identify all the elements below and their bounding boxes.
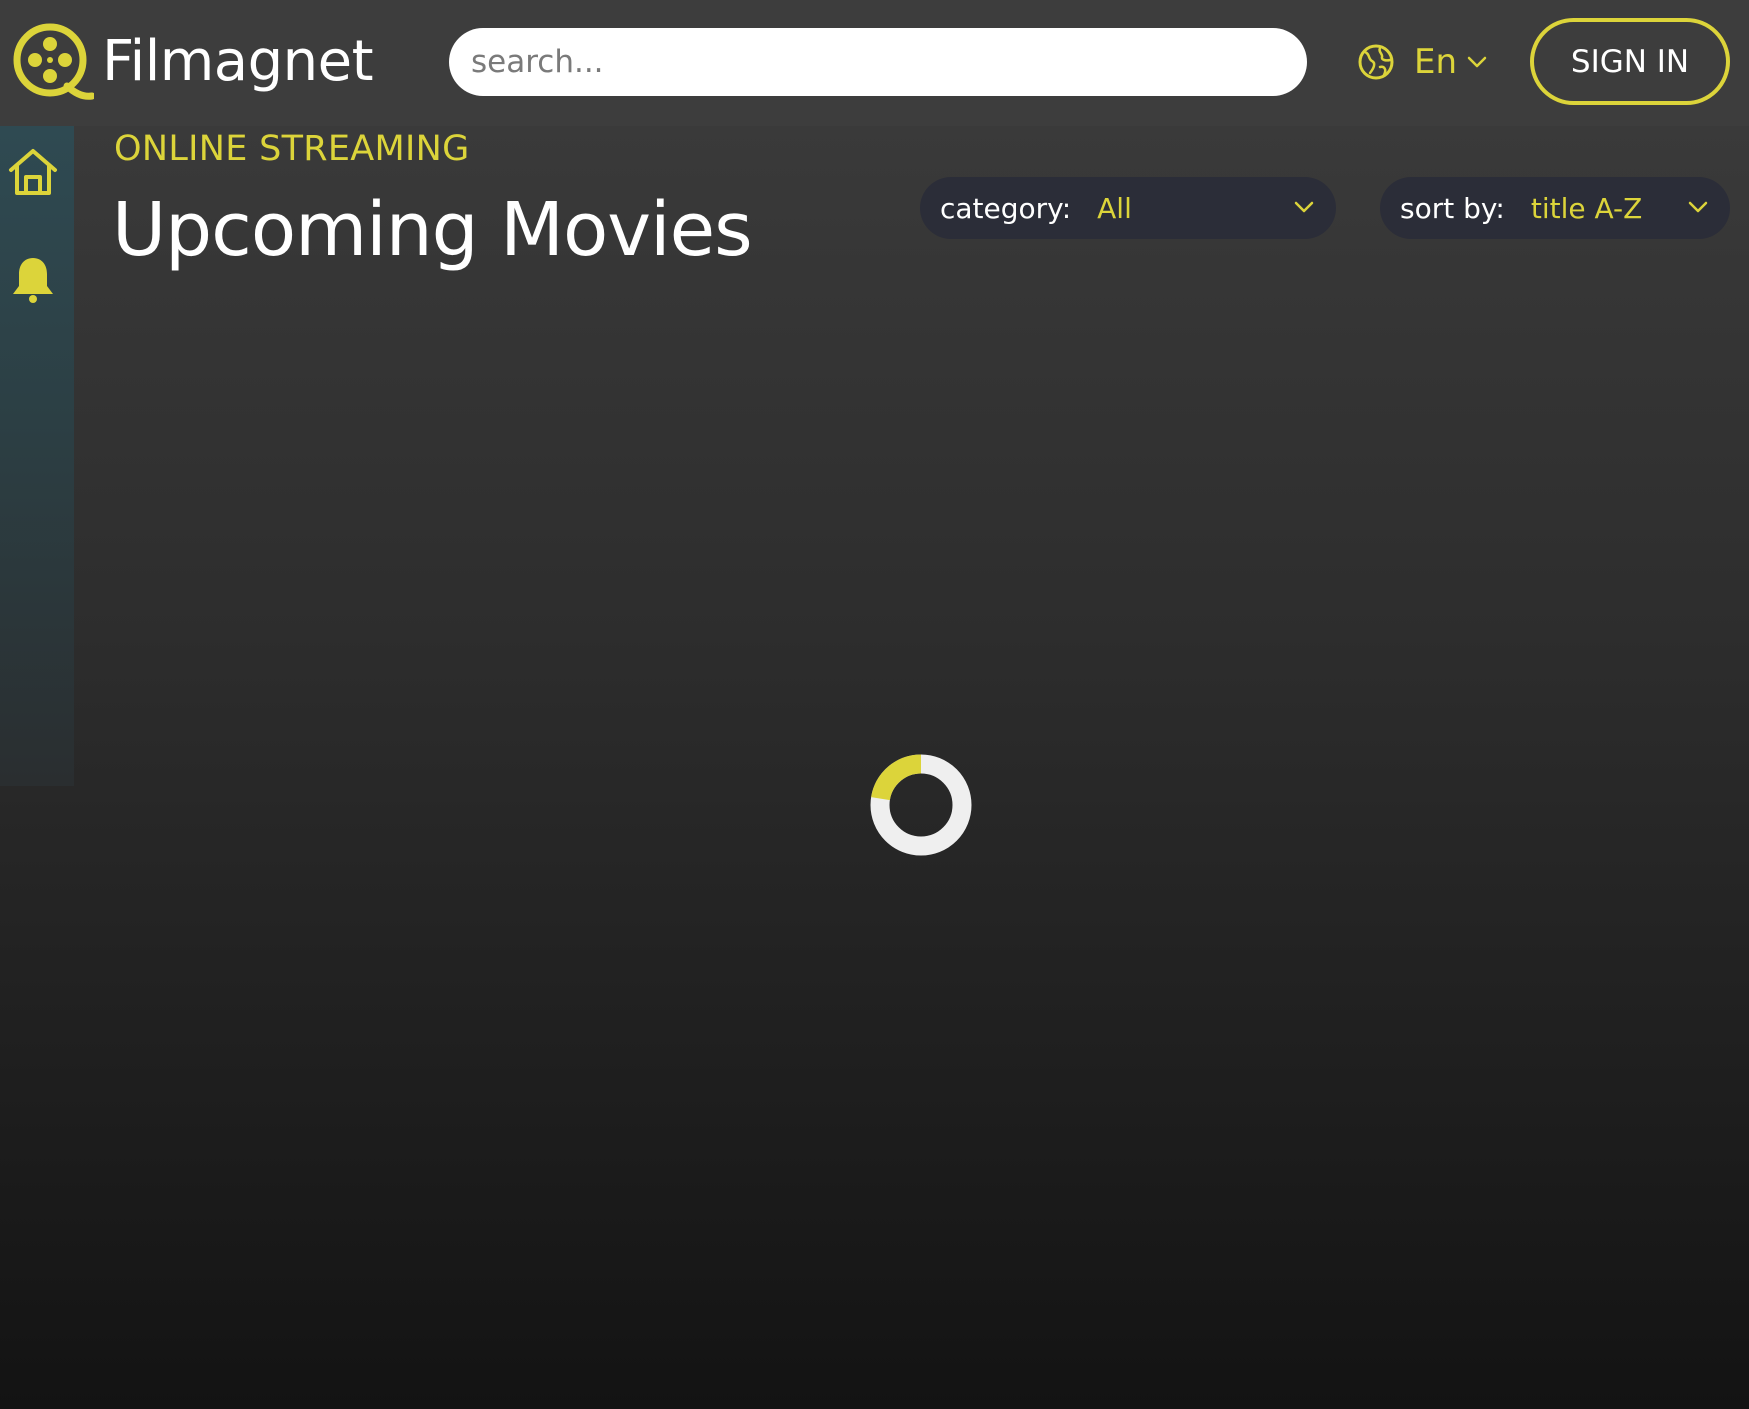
globe-icon <box>1358 44 1394 80</box>
logo[interactable]: Filmagnet <box>10 20 374 104</box>
sort-filter-value: title A-Z <box>1530 191 1643 225</box>
logo-text: Filmagnet <box>102 29 374 94</box>
chevron-down-icon <box>1467 56 1487 68</box>
sign-in-button[interactable]: SIGN IN <box>1530 18 1730 105</box>
film-reel-icon <box>13 23 94 100</box>
home-icon[interactable] <box>7 146 59 198</box>
search-input[interactable] <box>469 43 1287 81</box>
section-eyebrow: ONLINE STREAMING <box>114 129 470 169</box>
bell-icon[interactable] <box>7 254 59 306</box>
sort-filter-label: sort by: <box>1400 191 1505 225</box>
chevron-down-icon <box>1688 201 1708 213</box>
category-filter[interactable]: category: All <box>920 177 1336 239</box>
loading-spinner <box>870 754 972 856</box>
category-filter-value: All <box>1097 191 1132 225</box>
chevron-down-icon <box>1294 201 1314 213</box>
page-title: Upcoming Movies <box>112 187 753 273</box>
search-bar[interactable] <box>449 28 1307 96</box>
top-bar: Filmagnet En SIGN IN <box>0 0 1749 126</box>
language-selector[interactable]: En <box>1356 38 1487 86</box>
category-filter-label: category: <box>940 191 1072 225</box>
sidebar <box>0 126 74 786</box>
sort-filter[interactable]: sort by: title A-Z <box>1380 177 1730 239</box>
language-label: En <box>1414 42 1458 82</box>
